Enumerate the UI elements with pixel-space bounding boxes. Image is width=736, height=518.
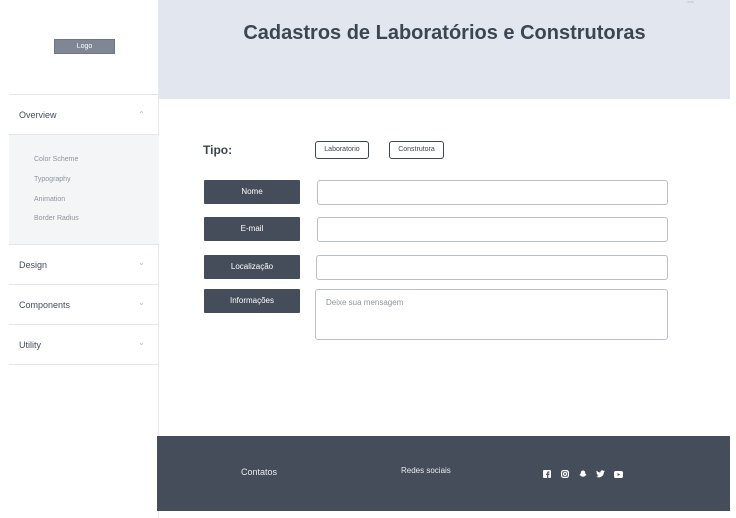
social-title: Redes sociais xyxy=(401,466,451,475)
divider xyxy=(9,324,159,325)
sidebar-section-design[interactable]: Design xyxy=(19,260,47,270)
sidebar-section-components[interactable]: Components xyxy=(19,300,70,310)
social-icons xyxy=(541,469,624,479)
chevron-down-icon[interactable]: ⌄ xyxy=(138,298,145,307)
divider xyxy=(9,244,159,245)
informacoes-label: Informações xyxy=(204,289,300,313)
footer: Contatos Redes sociais xyxy=(157,436,730,511)
snapchat-icon[interactable] xyxy=(577,469,588,479)
facebook-icon[interactable] xyxy=(541,469,552,479)
sidebar-item-border-radius[interactable]: Border Radius xyxy=(34,215,79,222)
localizacao-input[interactable] xyxy=(316,255,668,280)
chevron-down-icon[interactable]: ⌄ xyxy=(138,258,145,267)
sidebar-section-utility[interactable]: Utility xyxy=(19,340,41,350)
corner-mark: ~~ xyxy=(686,0,694,6)
email-input[interactable] xyxy=(317,217,668,242)
chevron-down-icon[interactable]: ⌄ xyxy=(138,338,145,347)
page-header: Cadastros de Laboratórios e Construtoras… xyxy=(159,0,730,99)
email-label: E-mail xyxy=(204,217,300,241)
nome-label: Nome xyxy=(204,180,300,204)
sidebar-item-color-scheme[interactable]: Color Scheme xyxy=(34,156,78,163)
sidebar-section-overview[interactable]: Overview xyxy=(19,110,57,120)
divider xyxy=(9,94,159,95)
sidebar-item-animation[interactable]: Animation xyxy=(34,196,65,203)
instagram-icon[interactable] xyxy=(559,469,570,479)
divider xyxy=(9,284,159,285)
twitter-icon[interactable] xyxy=(595,469,606,479)
construtora-button[interactable]: Construtora xyxy=(389,141,444,159)
contacts-link[interactable]: Contatos xyxy=(241,467,277,477)
localizacao-label: Localização xyxy=(204,255,300,279)
sidebar: Logo Overview ⌃ Color Scheme Typography … xyxy=(0,0,159,518)
nome-input[interactable] xyxy=(317,180,668,205)
divider xyxy=(9,364,159,365)
overview-submenu xyxy=(9,135,159,244)
tipo-label: Tipo: xyxy=(203,143,233,157)
chevron-up-icon[interactable]: ⌃ xyxy=(138,110,145,119)
page-title: Cadastros de Laboratórios e Construtoras xyxy=(243,22,646,44)
logo[interactable]: Logo xyxy=(54,39,115,54)
laboratorio-button[interactable]: Laboratorio xyxy=(315,141,369,159)
informacoes-textarea[interactable] xyxy=(315,289,668,340)
sidebar-item-typography[interactable]: Typography xyxy=(34,176,71,183)
youtube-icon[interactable] xyxy=(613,469,624,479)
